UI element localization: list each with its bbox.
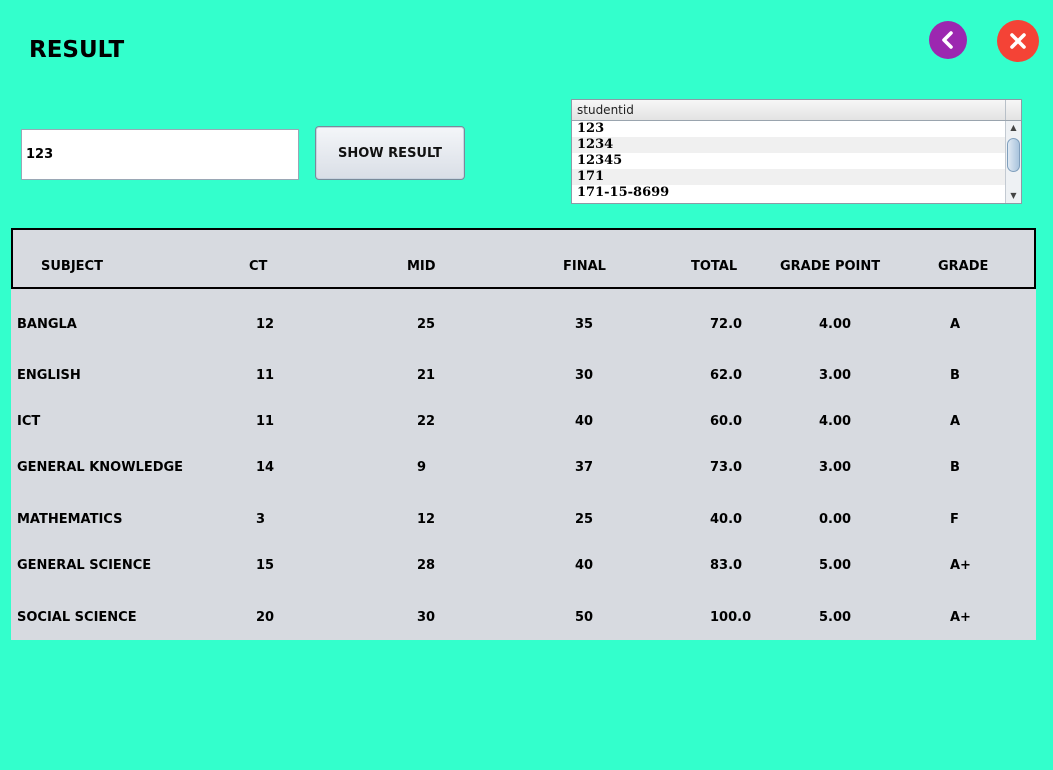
column-header-final: FINAL [563,259,606,274]
table-row[interactable]: ENGLISH 11 21 30 62.0 3.00 B [11,368,1036,388]
cell-final: 40 [575,558,594,573]
cell-ct: 15 [256,558,275,573]
cell-subject: GENERAL KNOWLEDGE [17,460,184,475]
cell-mid: 25 [417,317,436,332]
cell-subject: ICT [17,414,41,429]
cell-final: 25 [575,512,594,527]
cell-grade-point: 4.00 [819,414,852,429]
cell-grade-point: 4.00 [819,317,852,332]
show-result-button[interactable]: SHOW RESULT [315,126,465,180]
table-row[interactable]: GENERAL KNOWLEDGE 14 9 37 73.0 3.00 B [11,460,1036,480]
list-item[interactable]: 123 [572,121,1005,137]
cell-grade: F [950,512,959,527]
cell-final: 40 [575,414,594,429]
cell-subject: ENGLISH [17,368,81,383]
table-row[interactable]: BANGLA 12 25 35 72.0 4.00 A [11,317,1036,337]
chevron-left-icon [942,31,953,49]
cell-ct: 14 [256,460,275,475]
scroll-down-arrow-icon[interactable]: ▼ [1006,189,1021,203]
results-table-header: SUBJECT CT MID FINAL TOTAL GRADE POINT GRADE [11,228,1036,289]
cell-final: 37 [575,460,594,475]
cell-total: 72.0 [710,317,743,332]
cell-mid: 9 [417,460,427,475]
cell-subject: BANGLA [17,317,77,332]
student-id-list[interactable]: studentid 123 1234 12345 171 171-15-8699 ▲ ▼ [571,99,1022,204]
table-row[interactable]: ICT 11 22 40 60.0 4.00 A [11,414,1036,434]
cell-total: 100.0 [710,610,752,625]
back-button[interactable] [929,21,967,59]
cell-mid: 30 [417,610,436,625]
cell-grade: A+ [950,610,971,625]
cell-grade: B [950,368,960,383]
cell-ct: 20 [256,610,275,625]
cell-grade: B [950,460,960,475]
table-row[interactable]: MATHEMATICS 3 12 25 40.0 0.00 F [11,512,1036,532]
page-title: RESULT [29,37,125,63]
list-item[interactable]: 12345 [572,153,1005,169]
cell-grade-point: 3.00 [819,460,852,475]
student-id-list-header: studentid [572,100,1021,121]
list-scrollbar[interactable]: ▲ ▼ [1005,121,1021,203]
list-item[interactable]: 171-15-8699 [572,185,1005,201]
cell-grade: A+ [950,558,971,573]
scrollbar-thumb[interactable] [1007,138,1020,172]
column-header-total: TOTAL [691,259,738,274]
scroll-up-arrow-icon[interactable]: ▲ [1006,121,1021,135]
cell-total: 83.0 [710,558,743,573]
cell-grade-point: 5.00 [819,558,852,573]
cell-total: 73.0 [710,460,743,475]
table-row[interactable]: GENERAL SCIENCE 15 28 40 83.0 5.00 A+ [11,558,1036,578]
column-header-subject: SUBJECT [41,259,103,274]
cell-total: 60.0 [710,414,743,429]
cell-ct: 11 [256,368,275,383]
column-header-ct: CT [249,259,268,274]
list-item[interactable]: 171 [572,169,1005,185]
cell-subject: GENERAL SCIENCE [17,558,152,573]
cell-final: 35 [575,317,594,332]
cell-subject: MATHEMATICS [17,512,123,527]
student-id-input[interactable] [21,129,299,180]
column-header-studentid[interactable]: studentid [572,100,1006,120]
cell-grade-point: 3.00 [819,368,852,383]
close-button[interactable] [997,20,1039,62]
list-item[interactable]: 1234 [572,137,1005,153]
cell-ct: 11 [256,414,275,429]
cell-grade: A [950,317,961,332]
cell-grade: A [950,414,961,429]
close-icon [1010,33,1026,49]
column-header-grade: GRADE [938,259,989,274]
cell-ct: 12 [256,317,275,332]
cell-mid: 12 [417,512,436,527]
cell-total: 62.0 [710,368,743,383]
table-row[interactable]: SOCIAL SCIENCE 20 30 50 100.0 5.00 A+ [11,610,1036,630]
cell-total: 40.0 [710,512,743,527]
cell-mid: 28 [417,558,436,573]
cell-subject: SOCIAL SCIENCE [17,610,137,625]
results-table: SUBJECT CT MID FINAL TOTAL GRADE POINT GRADE B… [11,228,1036,640]
cell-grade-point: 5.00 [819,610,852,625]
cell-mid: 21 [417,368,436,383]
column-header-mid: MID [407,259,436,274]
cell-grade-point: 0.00 [819,512,852,527]
column-header-grade-point: GRADE POINT [780,259,881,274]
cell-mid: 22 [417,414,436,429]
cell-final: 50 [575,610,594,625]
cell-final: 30 [575,368,594,383]
cell-ct: 3 [256,512,266,527]
